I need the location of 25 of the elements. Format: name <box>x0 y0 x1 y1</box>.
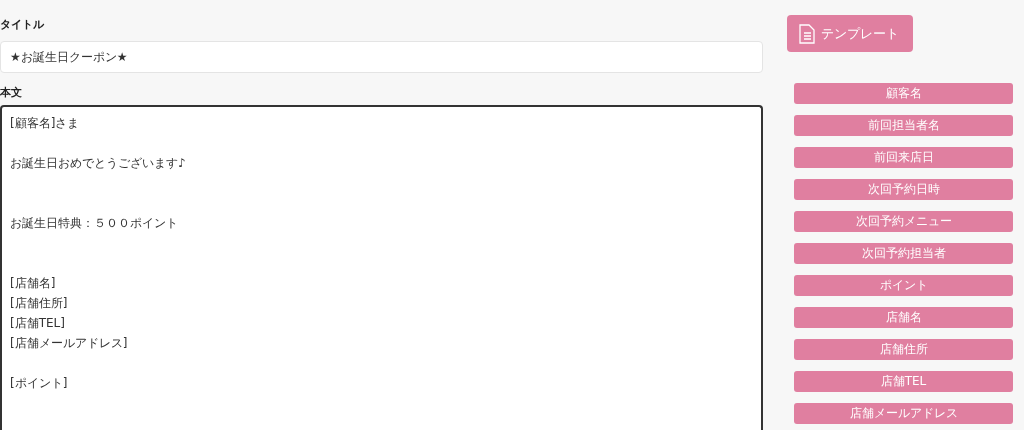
body-text-line: お誕生日特典：５００ポイント <box>10 216 179 230</box>
insert-variable-button[interactable]: 前回担当者名 <box>794 115 1013 136</box>
insert-variable-button[interactable]: 店舗メールアドレス <box>794 403 1013 424</box>
insert-variable-button[interactable]: 次回予約メニュー <box>794 211 1013 232</box>
insert-variable-button[interactable]: 前回来店日 <box>794 147 1013 168</box>
body-text-line: [ポイント] <box>10 376 68 390</box>
insert-variable-button[interactable]: 顧客名 <box>794 83 1013 104</box>
insert-variable-button[interactable]: ポイント <box>794 275 1013 296</box>
insert-variable-button[interactable]: 次回予約日時 <box>794 179 1013 200</box>
insert-variable-button[interactable]: 店舗TEL <box>794 371 1013 392</box>
body-text-line: お誕生日おめでとうございます♪ <box>10 156 186 170</box>
body-text-line: [店舗メールアドレス] <box>10 336 128 350</box>
field-label: タイトル <box>0 17 45 33</box>
title-field[interactable]: ★お誕生日クーポン★ <box>0 41 763 73</box>
body-text-line: [店舗TEL] <box>10 316 65 330</box>
insert-variable-button[interactable]: 次回予約担当者 <box>794 243 1013 264</box>
document-icon <box>799 23 815 44</box>
body-field[interactable]: [顧客名]さま お誕生日おめでとうございます♪ お誕生日特典：５００ポイント [店舗名] [店舗住所] [店舗TEL] [店舗メールアドレス] [ポイント] <box>0 105 763 430</box>
body-text-line: [店舗名] <box>10 276 56 290</box>
template-button[interactable]: テンプレート <box>787 15 913 52</box>
body-text-line: [顧客名]さま <box>10 116 80 130</box>
body-text-line: [店舗住所] <box>10 296 68 310</box>
insert-variable-button[interactable]: 店舗名 <box>794 307 1013 328</box>
field-label: 本文 <box>0 85 23 101</box>
insert-variable-button[interactable]: 店舗住所 <box>794 339 1013 360</box>
